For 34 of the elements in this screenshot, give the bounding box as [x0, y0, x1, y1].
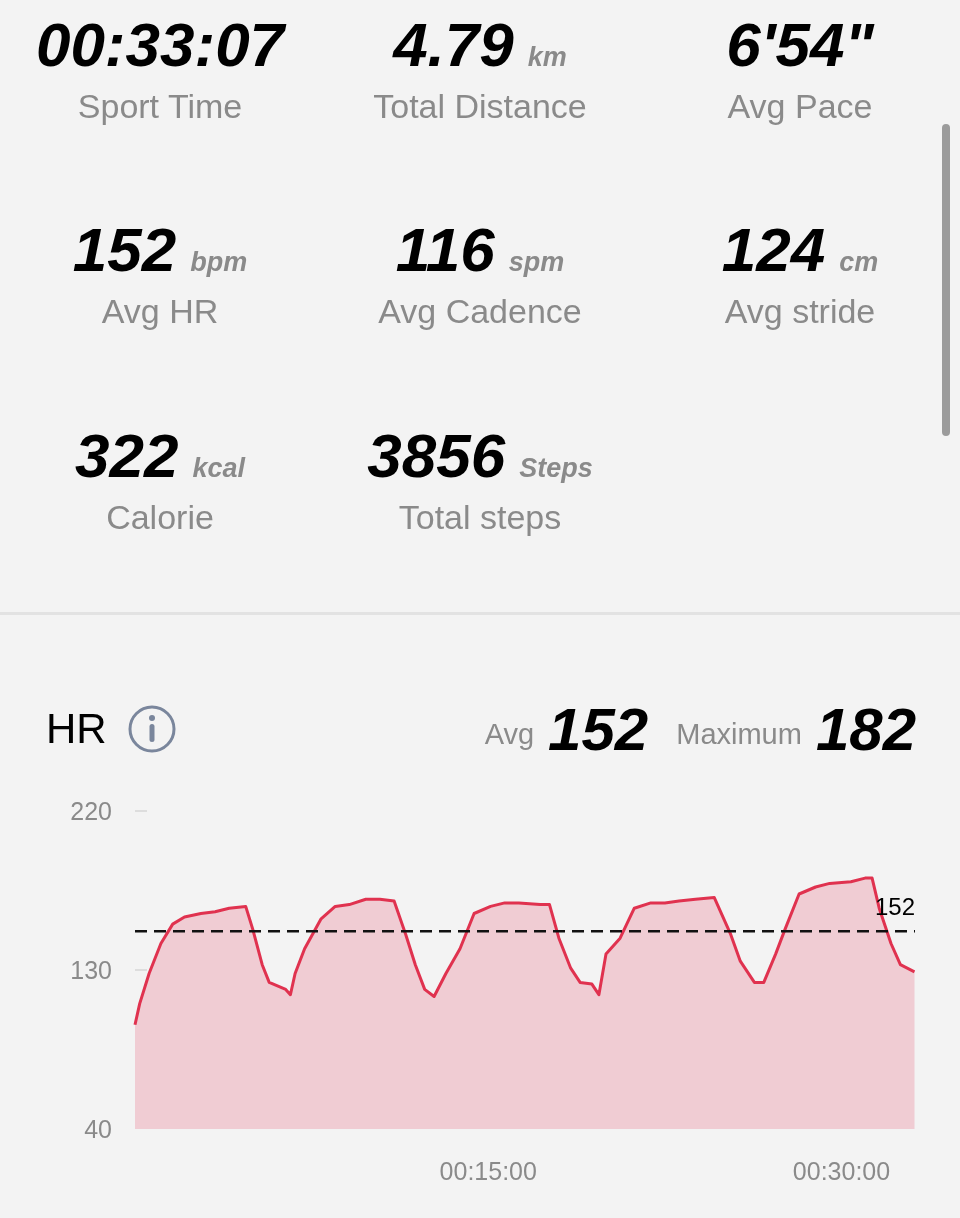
max-label: Maximum: [676, 717, 802, 751]
stat-label: Avg HR: [101, 291, 219, 332]
axis-label: 40: [84, 1115, 112, 1143]
stat-unit: cm: [839, 247, 879, 279]
stat-label: Sport Time: [77, 86, 243, 126]
stat-label: Total Distance: [373, 86, 587, 126]
max-value: 182: [815, 694, 916, 764]
stat-value: 322: [75, 419, 179, 492]
stat-value: 124: [721, 214, 826, 287]
stat-value: 3856: [367, 419, 506, 492]
stat-unit: Steps: [519, 452, 593, 484]
stat-label: Calorie: [106, 496, 214, 537]
scrollbar[interactable]: [942, 124, 950, 436]
stat-unit: km: [527, 42, 567, 73]
stat-label: Avg Cadence: [378, 291, 582, 332]
stat-value: 6'54": [726, 9, 874, 81]
stat-value: 00:33:07: [35, 9, 285, 81]
axis-label: 00:30:00: [792, 1157, 891, 1185]
stat-label: Total steps: [398, 496, 562, 537]
stat-unit: kcal: [192, 452, 245, 484]
stat-unit: bpm: [190, 247, 248, 279]
section-title: HR: [46, 705, 107, 753]
axis-label: 130: [70, 956, 112, 984]
stat-value: 116: [395, 214, 495, 287]
stat-label: Avg Pace: [727, 86, 873, 126]
avg-value: 152: [548, 694, 649, 764]
stat-value: 4.79: [393, 9, 514, 81]
info-icon[interactable]: [126, 704, 177, 754]
stat-label: Avg stride: [724, 291, 876, 332]
stat-unit: spm: [508, 247, 565, 279]
stat-value: 152: [72, 214, 177, 287]
axis-label: 00:15:00: [439, 1157, 537, 1185]
avg-label: Avg: [484, 717, 535, 751]
axis-label: 220: [70, 797, 112, 825]
